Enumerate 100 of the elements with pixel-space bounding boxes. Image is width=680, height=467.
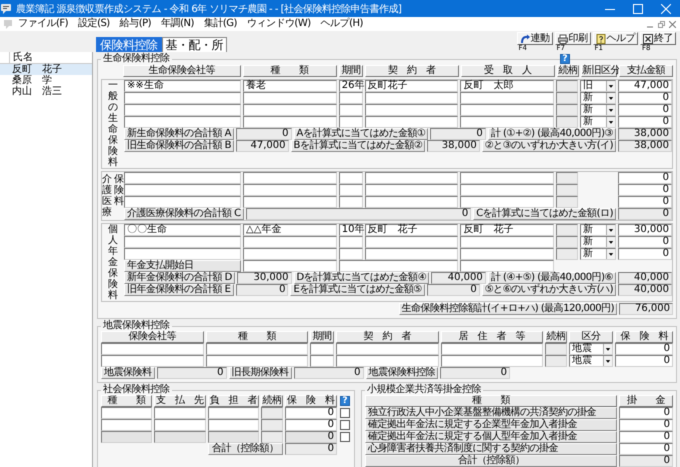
recipient-field[interactable] bbox=[460, 172, 554, 184]
recipient-field[interactable] bbox=[460, 196, 554, 208]
amount-field[interactable]: 0 bbox=[284, 419, 337, 431]
amount-field[interactable]: 0 bbox=[619, 431, 673, 443]
menu-item[interactable]: 年調(N) bbox=[156, 18, 199, 30]
amount-field[interactable]: 0 bbox=[615, 355, 673, 367]
category-dropdown[interactable]: 新 bbox=[580, 224, 616, 236]
exit-button[interactable]: 終了 bbox=[640, 32, 676, 45]
amount-field[interactable]: 0 bbox=[618, 104, 672, 116]
contractor-field[interactable] bbox=[364, 92, 458, 104]
type-field[interactable] bbox=[206, 355, 308, 367]
date-field[interactable] bbox=[460, 260, 554, 272]
menu-item[interactable]: 集計(G) bbox=[198, 18, 242, 30]
category-dropdown[interactable]: 地震 bbox=[569, 355, 613, 367]
recipient-field[interactable] bbox=[460, 184, 554, 196]
company-field[interactable] bbox=[101, 355, 204, 367]
checkbox[interactable] bbox=[340, 420, 350, 430]
recipient-field[interactable]: 反町 花子 bbox=[460, 224, 554, 236]
checkbox[interactable] bbox=[340, 408, 350, 418]
type-field[interactable] bbox=[101, 407, 152, 419]
period-field[interactable]: 10年 bbox=[338, 224, 363, 236]
payee-field[interactable] bbox=[154, 407, 206, 419]
recipient-field[interactable] bbox=[460, 236, 554, 248]
category-dropdown[interactable]: 新 bbox=[580, 92, 616, 104]
resident-field[interactable] bbox=[440, 355, 543, 367]
company-field[interactable]: 〇〇生命 bbox=[124, 224, 242, 236]
period-field[interactable] bbox=[310, 343, 334, 355]
help-button[interactable]: ? bbox=[560, 54, 570, 64]
contractor-field[interactable] bbox=[364, 184, 458, 196]
menu-item[interactable]: 給与(P) bbox=[114, 18, 156, 30]
contractor-field[interactable] bbox=[364, 104, 458, 116]
contractor-field[interactable]: 反町花子 bbox=[364, 80, 458, 92]
menu-item[interactable]: 設定(S) bbox=[73, 18, 115, 30]
period-field[interactable] bbox=[338, 236, 363, 248]
category-dropdown[interactable]: 新 bbox=[580, 236, 616, 248]
type-field[interactable]: 養老 bbox=[243, 80, 337, 92]
contractor-field[interactable] bbox=[364, 196, 458, 208]
type-field[interactable] bbox=[243, 172, 337, 184]
contractor-field[interactable] bbox=[336, 355, 438, 367]
contractor-field[interactable] bbox=[364, 172, 458, 184]
date-field[interactable] bbox=[338, 260, 458, 272]
category-dropdown[interactable]: 新 bbox=[580, 104, 616, 116]
category-dropdown[interactable]: 旧 bbox=[580, 80, 616, 92]
amount-field[interactable]: 0 bbox=[618, 248, 672, 260]
menu-item[interactable]: ウィンドウ(W) bbox=[242, 18, 316, 30]
period-field[interactable] bbox=[338, 172, 363, 184]
tab[interactable]: 基・配・所 bbox=[162, 37, 227, 52]
company-field[interactable] bbox=[101, 343, 204, 355]
payer-field[interactable] bbox=[208, 419, 259, 431]
type-field[interactable] bbox=[206, 343, 308, 355]
contractor-field[interactable] bbox=[364, 248, 458, 260]
help-button[interactable]: ? bbox=[340, 396, 350, 406]
period-field[interactable] bbox=[310, 355, 334, 367]
amount-field[interactable]: 0 bbox=[619, 419, 673, 431]
company-field[interactable] bbox=[124, 184, 242, 196]
menu-item[interactable]: ファイル(F) bbox=[13, 18, 74, 30]
period-field[interactable] bbox=[338, 196, 363, 208]
amount-field[interactable]: 0 bbox=[619, 407, 673, 419]
type-field[interactable] bbox=[243, 196, 337, 208]
type-field[interactable] bbox=[243, 184, 337, 196]
contractor-field[interactable] bbox=[364, 116, 458, 128]
type-field[interactable] bbox=[243, 116, 337, 128]
recipient-field[interactable]: 反町 太郎 bbox=[460, 80, 554, 92]
company-field[interactable] bbox=[124, 104, 242, 116]
amount-field[interactable]: 0 bbox=[618, 92, 672, 104]
date-field[interactable] bbox=[243, 260, 337, 272]
recipient-field[interactable] bbox=[460, 104, 554, 116]
company-field[interactable] bbox=[124, 116, 242, 128]
amount-field[interactable]: 0 bbox=[618, 184, 672, 196]
payer-field[interactable] bbox=[208, 407, 259, 419]
link-button[interactable]: 連動 bbox=[516, 32, 552, 45]
amount-field[interactable]: 0 bbox=[618, 172, 672, 184]
amount-field[interactable]: 0 bbox=[615, 343, 673, 355]
company-field[interactable] bbox=[124, 196, 242, 208]
contractor-field[interactable]: 反町 花子 bbox=[364, 224, 458, 236]
amount-field[interactable]: 0 bbox=[284, 407, 337, 419]
recipient-field[interactable] bbox=[460, 116, 554, 128]
resident-field[interactable] bbox=[440, 343, 543, 355]
period-field[interactable]: 26年 bbox=[338, 80, 363, 92]
type-field[interactable] bbox=[243, 92, 337, 104]
amount-field[interactable]: 0 bbox=[618, 236, 672, 248]
help-button[interactable]: ヘルプ bbox=[592, 32, 638, 45]
company-field[interactable] bbox=[124, 236, 242, 248]
amount-field[interactable]: 0 bbox=[618, 196, 672, 208]
type-field[interactable] bbox=[243, 104, 337, 116]
contractor-field[interactable] bbox=[336, 343, 438, 355]
company-field[interactable] bbox=[124, 172, 242, 184]
maximize-icon[interactable] bbox=[633, 4, 643, 14]
amount-field[interactable]: 0 bbox=[618, 116, 672, 128]
name-list-item[interactable]: 内山 浩三 bbox=[0, 86, 92, 97]
type-field[interactable] bbox=[243, 236, 337, 248]
print-button[interactable]: 印刷 bbox=[554, 32, 590, 45]
recipient-field[interactable] bbox=[460, 248, 554, 260]
category-dropdown[interactable]: 新 bbox=[580, 116, 616, 128]
period-field[interactable] bbox=[338, 116, 363, 128]
close-icon[interactable] bbox=[669, 20, 676, 28]
contractor-field[interactable] bbox=[364, 236, 458, 248]
type-field[interactable] bbox=[243, 248, 337, 260]
amount-field[interactable]: 0 bbox=[619, 443, 673, 455]
tab[interactable]: 保険料控除 bbox=[96, 37, 162, 52]
